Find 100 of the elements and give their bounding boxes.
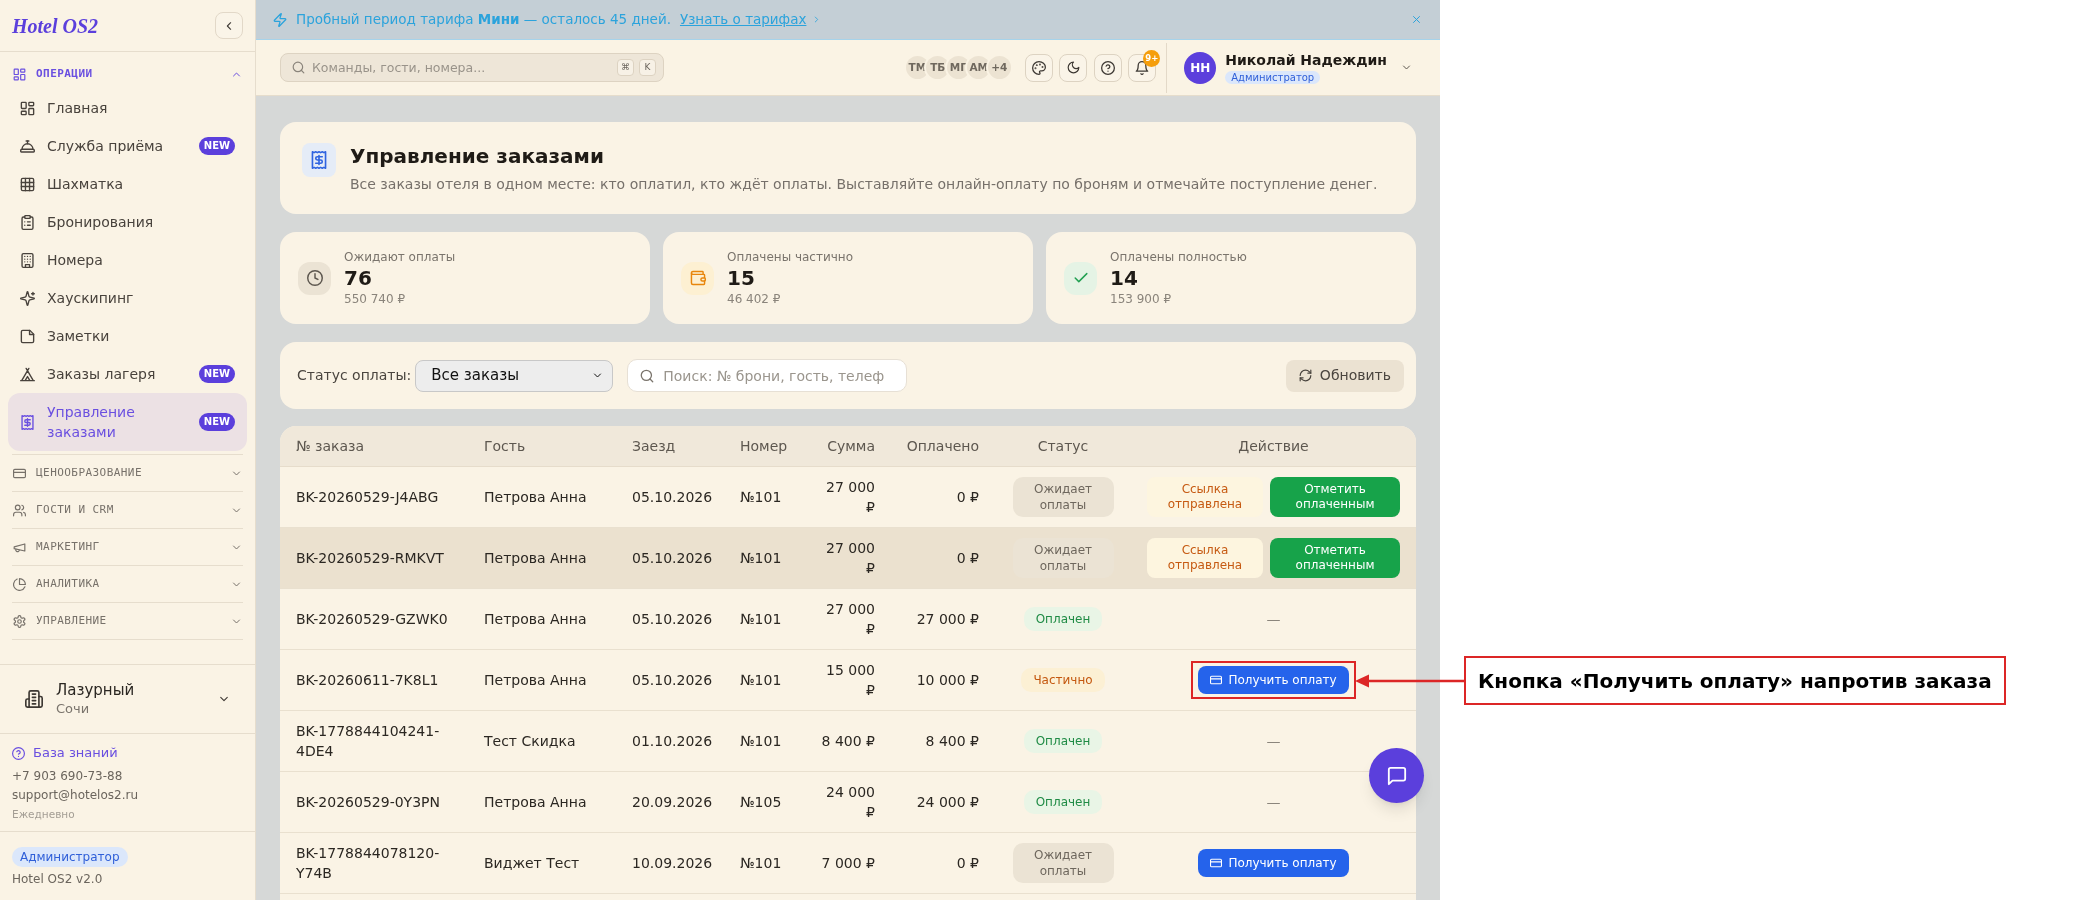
section-header[interactable]: УПРАВЛЕНИЕ	[12, 603, 243, 639]
user-role-badge: Администратор	[1225, 71, 1321, 84]
check-in-date: 05.10.2026	[632, 489, 713, 505]
nav-item[interactable]: Номера	[8, 241, 247, 279]
search-icon	[292, 61, 305, 74]
team-avatar[interactable]: ТБ	[926, 56, 950, 79]
section-header[interactable]: ЦЕНООБРАЗОВАНИЕ	[12, 455, 243, 491]
check-in-date: 01.10.2026	[632, 733, 713, 749]
stat-sum: 153 900 ₽	[1110, 291, 1172, 307]
status-badge: Ожидает оплаты	[1012, 843, 1114, 883]
receipt-icon	[302, 143, 336, 177]
status-badge: Ожидает оплаты	[1012, 477, 1114, 517]
moon-icon	[1066, 61, 1080, 74]
nav-item[interactable]: Заметки	[8, 317, 247, 355]
support-email: support@hotelos2.ru	[12, 787, 139, 804]
lightning-icon	[273, 12, 287, 27]
app-version: Hotel OS2 v2.0	[12, 871, 103, 888]
get-payment-button[interactable]: Получить оплату	[1198, 849, 1349, 877]
search-icon	[640, 368, 655, 383]
no-action-dash: —	[1266, 610, 1281, 629]
section-header[interactable]: МАРКЕТИНГ	[12, 529, 243, 565]
users-icon	[13, 503, 26, 517]
order-total: 15 000 ₽	[826, 662, 875, 698]
grid-icon	[13, 67, 26, 81]
nav-item[interactable]: Главная	[8, 89, 247, 127]
nav-item[interactable]: Служба приёма NEW	[8, 127, 247, 165]
room-number: №105	[740, 794, 782, 810]
dark-mode-button[interactable]	[1059, 53, 1088, 82]
notification-badge: 9+	[1143, 49, 1161, 67]
status-badge: Частично	[1021, 668, 1105, 692]
team-avatar[interactable]: ТМ	[905, 56, 929, 79]
nav-item[interactable]: Управление заказами NEW	[8, 393, 247, 451]
nav-badge: NEW	[198, 365, 235, 383]
stat-value: 14	[1110, 265, 1138, 291]
team-avatar[interactable]: МГ	[946, 56, 970, 79]
get-payment-button[interactable]: Получить оплату	[1198, 666, 1349, 694]
guest-name: Петрова Анна	[484, 672, 587, 688]
room-number: №101	[740, 489, 782, 505]
logo: Hotel OS2	[12, 13, 99, 38]
credit-card-icon	[13, 466, 26, 480]
more-members-count[interactable]: +4	[987, 56, 1011, 79]
section-header[interactable]: ГОСТИ И CRM	[12, 492, 243, 528]
nav-item[interactable]: Хаускипинг	[8, 279, 247, 317]
status-badge: Оплачен	[1023, 729, 1103, 753]
search-field[interactable]: Поиск: № брони, гость, телеф	[627, 359, 908, 392]
room-number: №101	[740, 672, 782, 688]
status-select[interactable]: Все заказы	[415, 359, 614, 392]
note-icon	[20, 328, 35, 344]
help-button[interactable]	[1093, 53, 1122, 82]
nav-item[interactable]: Бронирования	[8, 203, 247, 241]
column-header: Гость	[484, 437, 526, 454]
wallet-icon	[681, 261, 714, 295]
tent-icon	[20, 366, 35, 382]
column-header: № заказа	[296, 437, 365, 454]
team-avatar[interactable]: АМ	[967, 56, 991, 79]
megaphone-icon	[13, 540, 26, 554]
refresh-button[interactable]: Обновить	[1285, 359, 1404, 392]
theme-palette-button[interactable]	[1024, 53, 1053, 82]
stat-label: Оплачены полностью	[1110, 249, 1247, 265]
settings-icon	[13, 614, 26, 628]
nav-item[interactable]: Заказы лагеря NEW	[8, 355, 247, 393]
user-avatar[interactable]: НН	[1184, 51, 1217, 84]
section-header[interactable]: АНАЛИТИКА	[12, 566, 243, 602]
knowledge-base-link[interactable]: База знаний	[12, 743, 118, 763]
nav-badge: NEW	[198, 413, 235, 431]
chat-bubble-icon	[1386, 765, 1407, 786]
check-in-date: 05.10.2026	[632, 550, 713, 566]
receipt-icon	[20, 414, 35, 430]
paid-amount: 0 ₽	[956, 855, 979, 871]
annotation-callout: Кнопка «Получить оплату» напротив заказа	[1464, 656, 2006, 705]
guest-name: Петрова Анна	[484, 489, 587, 505]
bell-icon	[1135, 60, 1150, 75]
user-name: Николай Надеждин	[1225, 51, 1387, 69]
room-number: №101	[740, 550, 782, 566]
column-header: Статус	[1037, 437, 1089, 454]
link-sent-badge: Ссылка отправлена	[1147, 538, 1263, 578]
section-header[interactable]: ОПЕРАЦИИ	[12, 60, 243, 88]
room-number: №101	[740, 855, 782, 871]
hotel-selector[interactable]: Лазурный Сочи	[12, 677, 243, 721]
card-icon	[1210, 857, 1223, 869]
nav-item[interactable]: Шахматка	[8, 165, 247, 203]
card-icon	[1210, 674, 1223, 686]
shortcut-key: K	[639, 59, 656, 76]
mark-paid-button[interactable]: Отметить оплаченным	[1270, 538, 1400, 578]
paid-amount: 24 000 ₽	[916, 794, 979, 810]
pie-chart-icon	[13, 577, 26, 591]
order-total: 7 000 ₽	[821, 855, 875, 871]
guest-name: Петрова Анна	[484, 611, 587, 627]
clipboard-icon	[20, 214, 35, 230]
no-action-dash: —	[1266, 793, 1281, 812]
paid-amount: 27 000 ₽	[916, 611, 979, 627]
column-header: Заезд	[632, 437, 676, 454]
room-number: №101	[740, 611, 782, 627]
guest-name: Петрова Анна	[484, 794, 587, 810]
mark-paid-button[interactable]: Отметить оплаченным	[1270, 477, 1400, 517]
column-header: Оплачено	[906, 437, 979, 454]
clock-icon	[298, 261, 331, 295]
table-grid-icon	[20, 176, 35, 192]
page-description: Все заказы отеля в одном месте: кто оплатил, кто ждёт оплаты. Выставляйте онлайн-оплату по броням и отмечайте поступление денег.	[350, 175, 1378, 194]
guest-name: Тест Скидка	[484, 733, 576, 749]
